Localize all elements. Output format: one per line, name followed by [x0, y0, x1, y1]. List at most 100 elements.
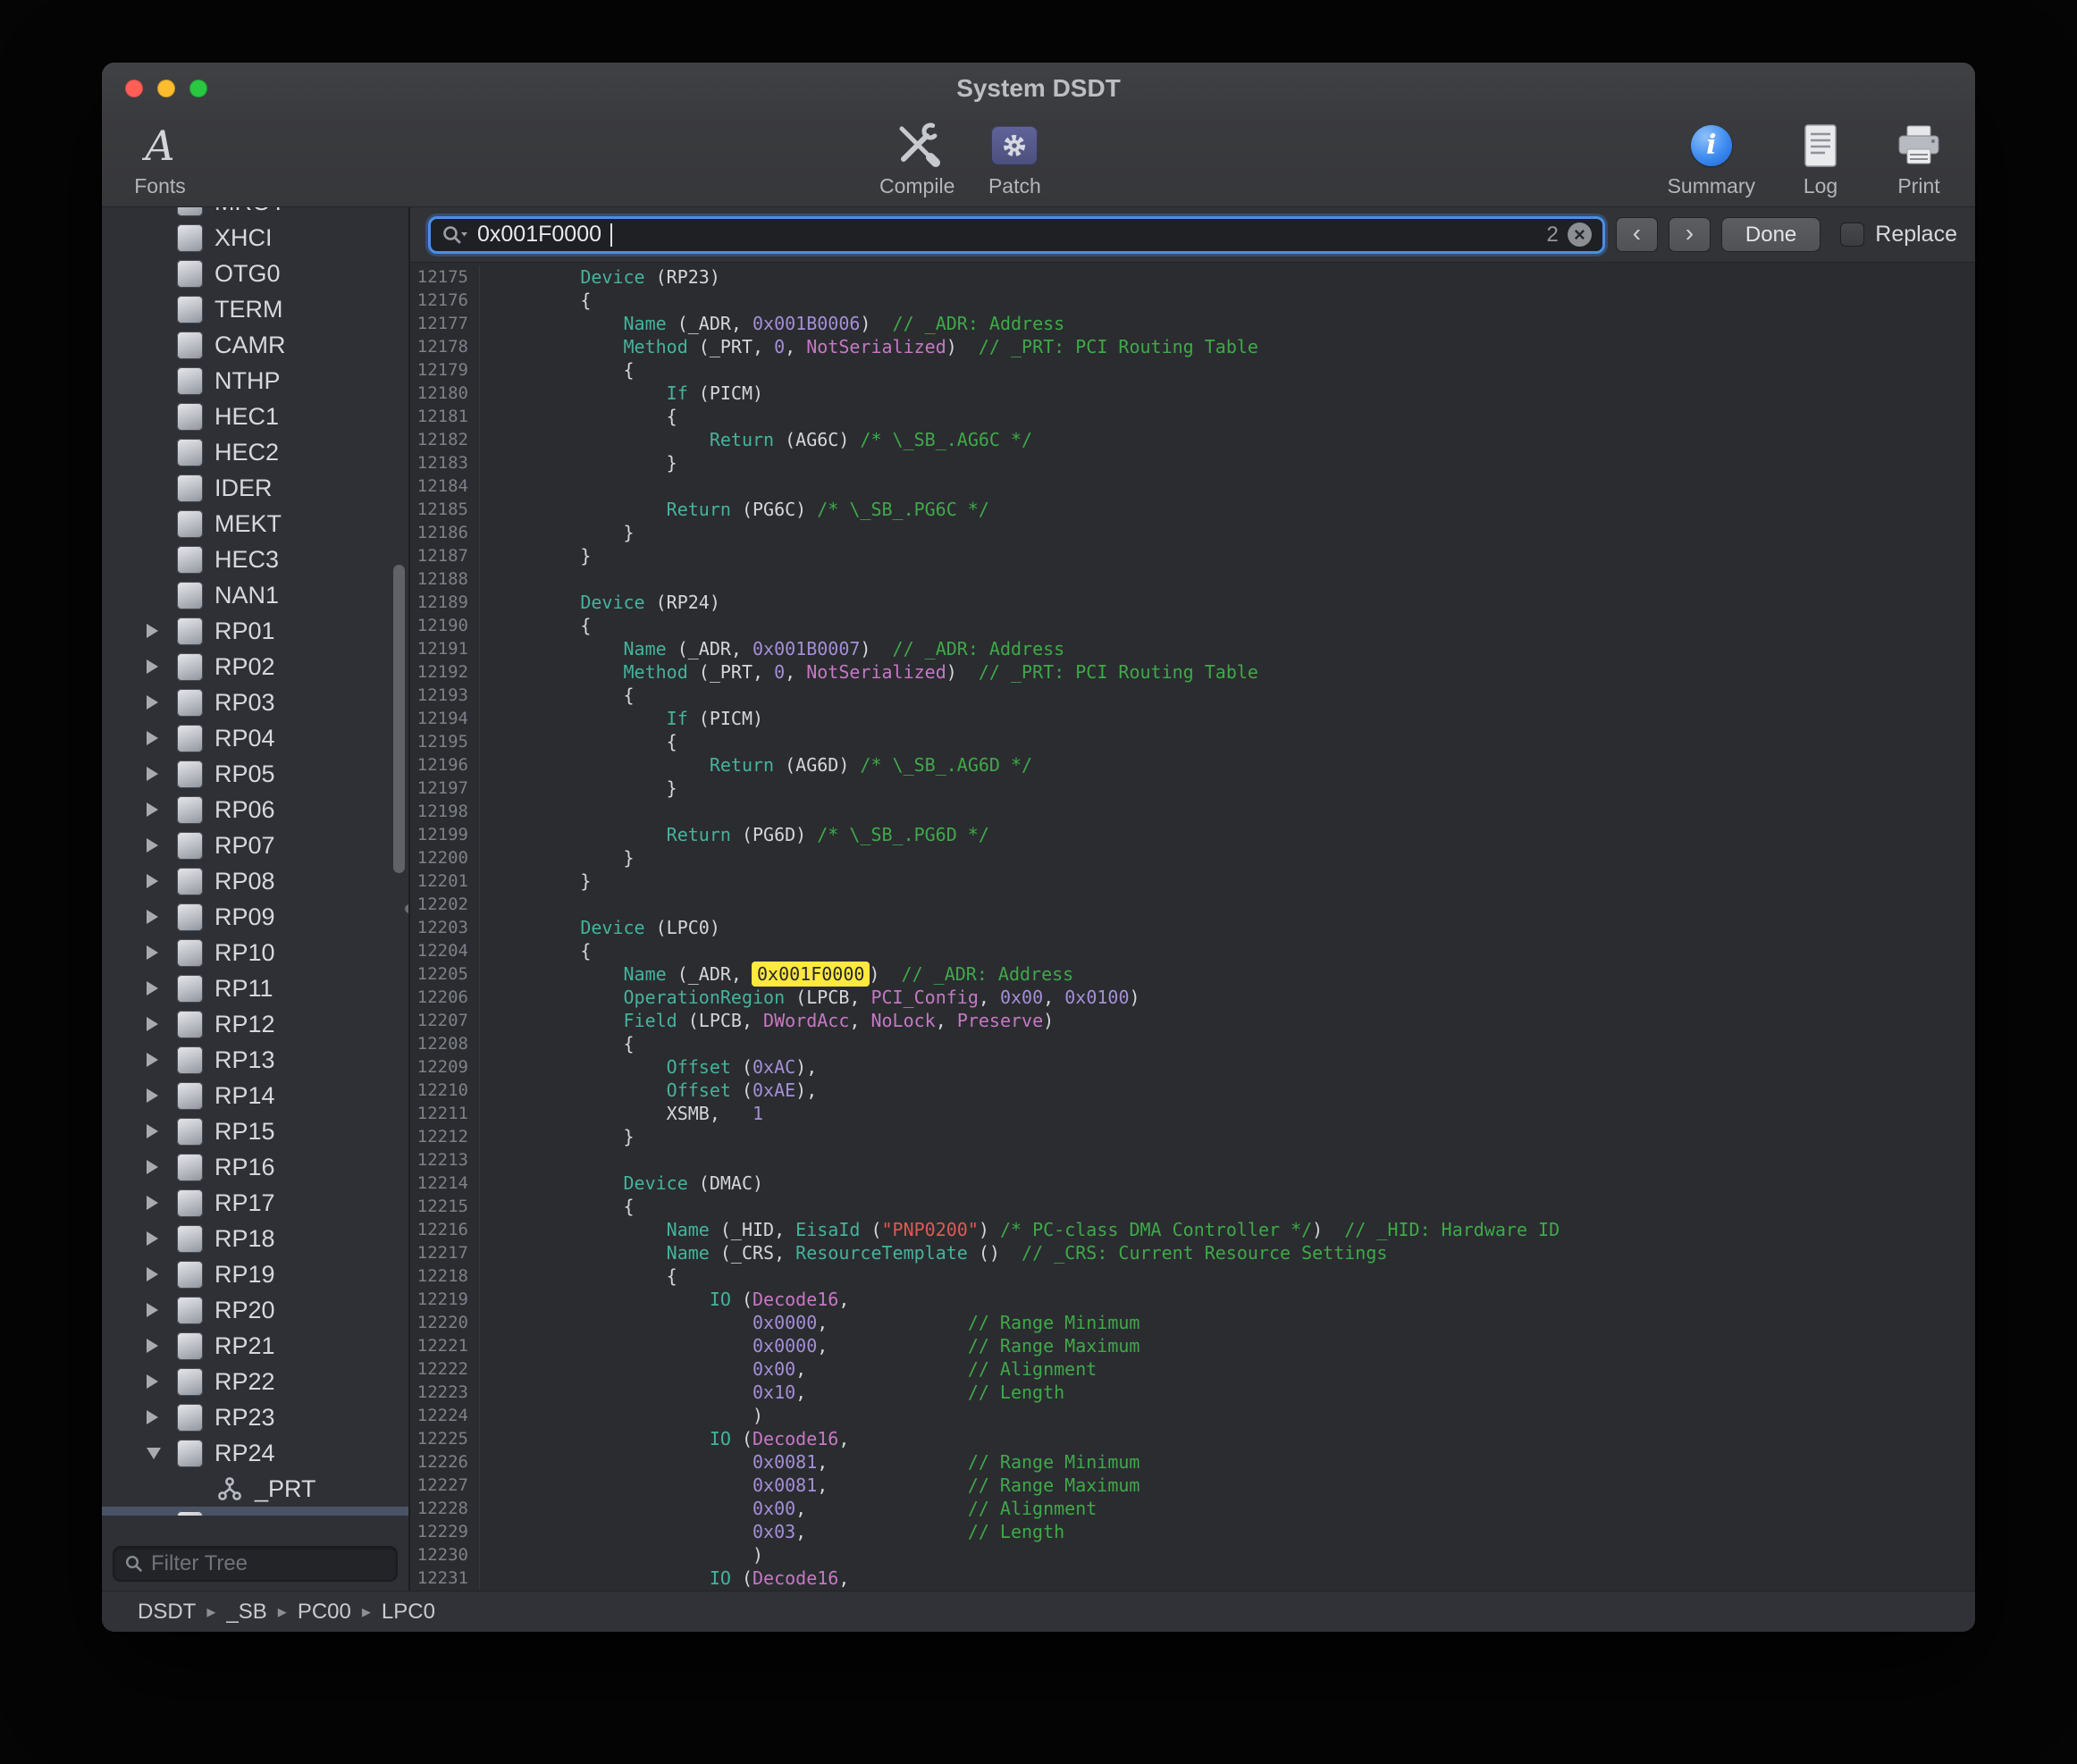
find-next-button[interactable]: › [1669, 217, 1711, 252]
disclosure-triangle[interactable] [147, 731, 177, 745]
tree-item-rp13[interactable]: RP13 [102, 1042, 408, 1078]
disclosure-triangle[interactable] [147, 1088, 177, 1103]
filter-tree-input[interactable] [151, 1551, 386, 1576]
tree-item-rp20[interactable]: RP20 [102, 1292, 408, 1328]
tree-item-rp15[interactable]: RP15 [102, 1113, 408, 1149]
code-editor[interactable]: 12175 Device (RP23)12176 {12177 Name (_A… [410, 263, 1975, 1591]
disclosure-triangle[interactable] [147, 767, 177, 781]
pane-splitter-handle[interactable] [405, 904, 410, 913]
disclosure-triangle[interactable] [147, 1267, 177, 1281]
tree-item-rp08[interactable]: RP08 [102, 863, 408, 899]
disclosure-triangle[interactable] [147, 1339, 177, 1353]
document-icon [177, 1225, 203, 1253]
tree-item-hec3[interactable]: HEC3 [102, 542, 408, 577]
clear-search-button[interactable]: × [1568, 223, 1592, 247]
fonts-button[interactable]: A Fonts [127, 120, 193, 198]
tree-item-rp06[interactable]: RP06 [102, 792, 408, 827]
tree-item-hec2[interactable]: HEC2 [102, 434, 408, 470]
code-line: 12188 [410, 567, 1975, 591]
tree-item-lpc0[interactable]: LPC0 [102, 1507, 408, 1516]
search-input[interactable]: 0x001F0000 2 × [428, 216, 1605, 254]
code-line: 12209 Offset (0xAC), [410, 1055, 1975, 1079]
disclosure-triangle[interactable] [147, 981, 177, 995]
tree-item-rp24[interactable]: RP24 [102, 1435, 408, 1471]
breadcrumb-item-pc00[interactable]: PC00 [298, 1600, 351, 1625]
document-icon [177, 1368, 203, 1396]
disclosure-triangle[interactable] [147, 1017, 177, 1031]
tree-item-rp16[interactable]: RP16 [102, 1149, 408, 1185]
minimize-button[interactable] [157, 80, 175, 97]
tree-item-rp10[interactable]: RP10 [102, 935, 408, 970]
replace-checkbox[interactable] [1840, 223, 1864, 247]
tree-item-rp11[interactable]: RP11 [102, 970, 408, 1006]
print-button[interactable]: Print [1886, 120, 1952, 198]
done-button[interactable]: Done [1721, 217, 1821, 252]
disclosure-triangle[interactable] [147, 1374, 177, 1389]
tree-item-rp03[interactable]: RP03 [102, 685, 408, 720]
disclosure-triangle[interactable] [147, 1448, 177, 1459]
line-number: 12230 [410, 1543, 480, 1567]
zoom-button[interactable] [189, 80, 207, 97]
code-line-text: 0x0081, // Range Maximum [480, 1474, 1139, 1497]
line-number: 12205 [410, 962, 480, 986]
disclosure-triangle[interactable] [147, 910, 177, 924]
tree-item-rp04[interactable]: RP04 [102, 720, 408, 756]
sidebar-scrollbar[interactable] [393, 565, 405, 873]
disclosure-triangle[interactable] [147, 659, 177, 674]
tree-item-rp19[interactable]: RP19 [102, 1256, 408, 1292]
titlebar[interactable]: System DSDT [102, 63, 1975, 114]
document-icon [177, 796, 203, 824]
log-button[interactable]: Log [1787, 120, 1854, 198]
tree-item-nthp[interactable]: NTHP [102, 363, 408, 399]
breadcrumb-item-_sb[interactable]: _SB [226, 1600, 266, 1625]
tree-item-rp05[interactable]: RP05 [102, 756, 408, 792]
search-match-highlight: 0x001F0000 [752, 962, 870, 987]
tree-item-rp12[interactable]: RP12 [102, 1006, 408, 1042]
tree-item-mekt[interactable]: MEKT [102, 506, 408, 542]
summary-button[interactable]: i Summary [1668, 120, 1755, 198]
tree-item-otg0[interactable]: OTG0 [102, 256, 408, 291]
tree-item-nan1[interactable]: NAN1 [102, 577, 408, 613]
disclosure-triangle[interactable] [147, 1124, 177, 1138]
disclosure-triangle[interactable] [147, 624, 177, 638]
tree-item-rp14[interactable]: RP14 [102, 1078, 408, 1113]
tree-item-rp21[interactable]: RP21 [102, 1328, 408, 1364]
tree-item-rp18[interactable]: RP18 [102, 1221, 408, 1256]
tree-item-label: MEKT [214, 510, 282, 538]
breadcrumb-item-dsdt[interactable]: DSDT [138, 1600, 196, 1625]
tree-item-_prt[interactable]: _PRT [102, 1471, 408, 1507]
tree-item-term[interactable]: TERM [102, 291, 408, 327]
patch-button[interactable]: Patch [981, 120, 1047, 198]
document-icon [177, 868, 203, 895]
disclosure-triangle[interactable] [147, 1053, 177, 1067]
disclosure-triangle[interactable] [147, 695, 177, 710]
code-line: 12205 Name (_ADR, 0x001F0000) // _ADR: A… [410, 962, 1975, 986]
tree-item-rp01[interactable]: RP01 [102, 613, 408, 649]
disclosure-triangle[interactable] [147, 945, 177, 960]
disclosure-triangle[interactable] [147, 1231, 177, 1246]
tree-item-ider[interactable]: IDER [102, 470, 408, 506]
find-previous-button[interactable]: ‹ [1616, 217, 1658, 252]
filter-tree-field[interactable] [113, 1546, 398, 1582]
tree-item-mrot[interactable]: MROT [102, 207, 408, 220]
disclosure-triangle[interactable] [147, 1303, 177, 1317]
tree-item-hec1[interactable]: HEC1 [102, 399, 408, 434]
disclosure-triangle[interactable] [147, 838, 177, 853]
disclosure-triangle[interactable] [147, 1410, 177, 1424]
close-button[interactable] [125, 80, 143, 97]
disclosure-triangle[interactable] [147, 1196, 177, 1210]
tree-item-label: RP20 [214, 1297, 275, 1324]
tree-item-rp23[interactable]: RP23 [102, 1399, 408, 1435]
tree-item-camr[interactable]: CAMR [102, 327, 408, 363]
compile-button[interactable]: Compile [879, 120, 954, 198]
tree-item-rp22[interactable]: RP22 [102, 1364, 408, 1399]
tree-item-rp07[interactable]: RP07 [102, 827, 408, 863]
tree-item-xhci[interactable]: XHCI [102, 220, 408, 256]
tree-item-rp09[interactable]: RP09 [102, 899, 408, 935]
breadcrumb-item-lpc0[interactable]: LPC0 [382, 1600, 435, 1625]
disclosure-triangle[interactable] [147, 874, 177, 888]
tree-item-rp17[interactable]: RP17 [102, 1185, 408, 1221]
tree-item-rp02[interactable]: RP02 [102, 649, 408, 685]
disclosure-triangle[interactable] [147, 1160, 177, 1174]
disclosure-triangle[interactable] [147, 802, 177, 817]
